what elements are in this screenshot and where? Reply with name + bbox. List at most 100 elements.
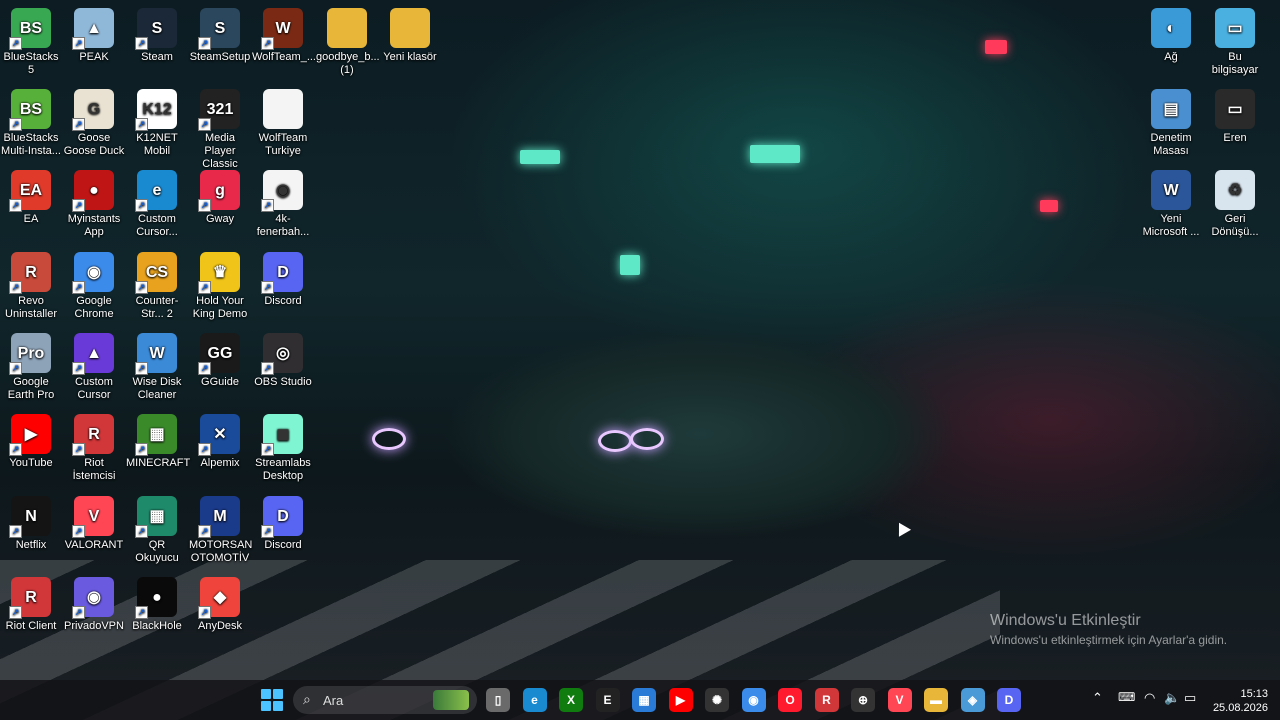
- shortcut-label: EA: [23, 213, 39, 225]
- desktop-shortcut[interactable]: ▤ Denetim Masası: [1140, 85, 1202, 158]
- desktop-shortcut[interactable]: 321 ↗ Media Player Classic: [189, 85, 251, 171]
- desktop-shortcut[interactable]: M ↗ MOTORSAN OTOMOTİV: [189, 492, 252, 565]
- activation-watermark: Windows'u Etkinleştir Windows'u etkinleş…: [990, 612, 1227, 647]
- desktop-shortcut[interactable]: ▦ ↗ QR Okuyucu: [126, 492, 188, 565]
- motorsan-icon: M ↗: [198, 496, 240, 538]
- shortcut-arrow-icon: ↗: [198, 199, 211, 212]
- desktop-shortcut[interactable]: V ↗ VALORANT: [63, 492, 125, 552]
- desktop-shortcut[interactable]: R ↗ Riot Client: [0, 573, 62, 633]
- folder-icon[interactable]: ▬: [924, 688, 948, 712]
- store-icon[interactable]: ▦: [632, 688, 656, 712]
- youtube-icon[interactable]: ▶: [668, 688, 693, 712]
- cursor-app-icon: ▲ ↗: [72, 333, 114, 375]
- xbox-icon[interactable]: X: [559, 688, 583, 712]
- shortcut-label: Goose Goose Duck: [63, 132, 125, 157]
- chrome-icon[interactable]: ◉: [741, 688, 766, 712]
- shortcut-arrow-icon: ↗: [72, 443, 85, 456]
- shortcut-label: QR Okuyucu: [135, 539, 179, 564]
- desktop-shortcut[interactable]: R ↗ Revo Uninstaller: [0, 248, 62, 321]
- desktop-shortcut[interactable]: R ↗ Riot İstemcisi: [63, 410, 125, 483]
- desktop-shortcut[interactable]: W Yeni Microsoft ...: [1140, 166, 1202, 239]
- desktop-shortcut[interactable]: D ↗ Discord: [252, 492, 314, 552]
- shortcut-label: Hold Your King Demo: [192, 295, 248, 320]
- wifi-icon[interactable]: ◠: [1144, 690, 1155, 706]
- desktop-shortcut[interactable]: ◉ ↗ Google Chrome: [63, 248, 125, 321]
- desktop-shortcut[interactable]: S ↗ Steam: [126, 4, 188, 64]
- edge-icon[interactable]: e: [522, 688, 547, 712]
- desktop-shortcut[interactable]: CS ↗ Counter-Str... 2: [126, 248, 188, 321]
- chatgpt-icon[interactable]: ✺: [705, 688, 729, 712]
- k12net-icon: K12 ↗: [135, 89, 177, 131]
- desktop-shortcut[interactable]: ▶ ↗ YouTube: [0, 410, 62, 470]
- desktop-shortcut[interactable]: g ↗ Gway: [189, 166, 251, 226]
- desktop-shortcut[interactable]: ▭ Eren: [1204, 85, 1266, 145]
- desktop-shortcut[interactable]: e ↗ Custom Cursor...: [126, 166, 188, 239]
- desktop-shortcut[interactable]: K12 ↗ K12NET Mobil: [126, 85, 188, 158]
- search-icon: ⌕: [303, 691, 311, 707]
- desktop-shortcut[interactable]: ♻ Geri Dönüşü...: [1204, 166, 1266, 239]
- desktop-shortcut[interactable]: ● ↗ Myinstants App: [63, 166, 125, 239]
- epic-games-icon[interactable]: E: [595, 688, 620, 712]
- shortcut-label: Bu bilgisayar: [1211, 51, 1259, 76]
- desktop-shortcut[interactable]: ▲ ↗ Custom Cursor: [63, 329, 125, 402]
- desktop-shortcut[interactable]: Pro ↗ Google Earth Pro: [0, 329, 62, 402]
- desktop-shortcut[interactable]: ◉ ↗ 4k-fenerbah...: [252, 166, 314, 239]
- desktop-shortcut[interactable]: D ↗ Discord: [252, 248, 314, 308]
- show-hidden-icons-chevron-icon[interactable]: ⌃: [1092, 690, 1103, 706]
- desktop-shortcut[interactable]: ▦ ↗ MINECRAFT: [126, 410, 190, 470]
- battery-icon[interactable]: ▭: [1184, 690, 1196, 706]
- desktop-shortcut[interactable]: ◉ ↗ PrivadoVPN: [63, 573, 125, 633]
- discord-icon[interactable]: D: [997, 688, 1021, 712]
- riot-icon[interactable]: R: [814, 688, 839, 712]
- gway-icon: g ↗: [198, 170, 240, 212]
- desktop-shortcut[interactable]: ✕ ↗ Alpemix: [189, 410, 251, 470]
- desktop-shortcut[interactable]: ● ↗ BlackHole: [126, 573, 188, 633]
- clock-time: 15:13: [1240, 688, 1268, 700]
- shortcut-arrow-icon: ↗: [72, 37, 85, 50]
- taskbar-clock[interactable]: 15:13 25.08.2026: [1208, 687, 1268, 715]
- desktop-shortcut[interactable]: ◼ ↗ Streamlabs Desktop: [252, 410, 314, 483]
- desktop-shortcut[interactable]: ▲ ↗ PEAK: [63, 4, 125, 64]
- desktop-shortcut[interactable]: ◎ ↗ OBS Studio: [252, 329, 314, 389]
- taskbar-search[interactable]: ⌕ Ara: [293, 686, 477, 714]
- desktop-shortcut[interactable]: W ↗ WolfTeam_...: [252, 4, 316, 64]
- shortcut-arrow-icon: ↗: [198, 118, 211, 131]
- desktop-shortcut[interactable]: G ↗ Goose Goose Duck: [63, 85, 125, 158]
- desktop-shortcut[interactable]: ◐ Ağ: [1140, 4, 1202, 64]
- app-icon[interactable]: ◈: [960, 688, 985, 712]
- desktop-shortcut[interactable]: WolfTeam Turkiye: [252, 85, 314, 158]
- desktop-shortcut[interactable]: EA ↗ EA: [0, 166, 62, 226]
- file-explorer-icon[interactable]: ▯: [486, 688, 510, 712]
- desktop-shortcut[interactable]: ◆ ↗ AnyDesk: [189, 573, 251, 633]
- folder-icon: [390, 8, 430, 48]
- shortcut-label: Google Chrome: [74, 295, 114, 320]
- shortcut-label: Eren: [1223, 132, 1247, 144]
- shortcut-label: AnyDesk: [197, 620, 243, 632]
- desktop-shortcut[interactable]: BS ↗ BlueStacks 5: [0, 4, 62, 77]
- desktop-shortcut[interactable]: W ↗ Wise Disk Cleaner: [126, 329, 188, 402]
- desktop-shortcut[interactable]: GG ↗ GGuide: [189, 329, 251, 389]
- shortcut-arrow-icon: ↗: [9, 362, 22, 375]
- shortcut-arrow-icon: ↗: [261, 37, 274, 50]
- cs2-icon[interactable]: ⊕: [851, 688, 875, 712]
- clock-date: 25.08.2026: [1212, 702, 1268, 714]
- shortcut-arrow-icon: ↗: [72, 118, 85, 131]
- wise-disk-icon: W ↗: [135, 333, 177, 375]
- desktop-shortcut[interactable]: Yeni klasör: [379, 4, 441, 64]
- desktop-shortcut[interactable]: ♛ ↗ Hold Your King Demo: [189, 248, 251, 321]
- start-button[interactable]: [261, 689, 283, 711]
- watermark-title: Windows'u Etkinleştir: [990, 612, 1141, 629]
- desktop-shortcut[interactable]: ▭ Bu bilgisayar: [1204, 4, 1266, 77]
- shortcut-label: Yeni klasör: [383, 51, 437, 63]
- streamlabs-icon: ◼ ↗: [261, 414, 303, 456]
- desktop-shortcut[interactable]: N ↗ Netflix: [0, 492, 62, 552]
- network-icon: ◐: [1151, 8, 1191, 48]
- desktop-shortcut[interactable]: BS ↗ BlueStacks Multi-Insta...: [0, 85, 62, 158]
- keyboard-icon[interactable]: ⌨: [1118, 690, 1135, 704]
- valorant-icon[interactable]: V: [887, 688, 912, 712]
- desktop-shortcut[interactable]: goodbye_b... (1): [316, 4, 380, 77]
- desktop-shortcut[interactable]: S ↗ SteamSetup: [189, 4, 251, 64]
- volume-icon[interactable]: 🔈: [1164, 690, 1180, 706]
- opera-icon[interactable]: O: [778, 688, 802, 712]
- bluestacks-multi-icon: BS ↗: [9, 89, 51, 131]
